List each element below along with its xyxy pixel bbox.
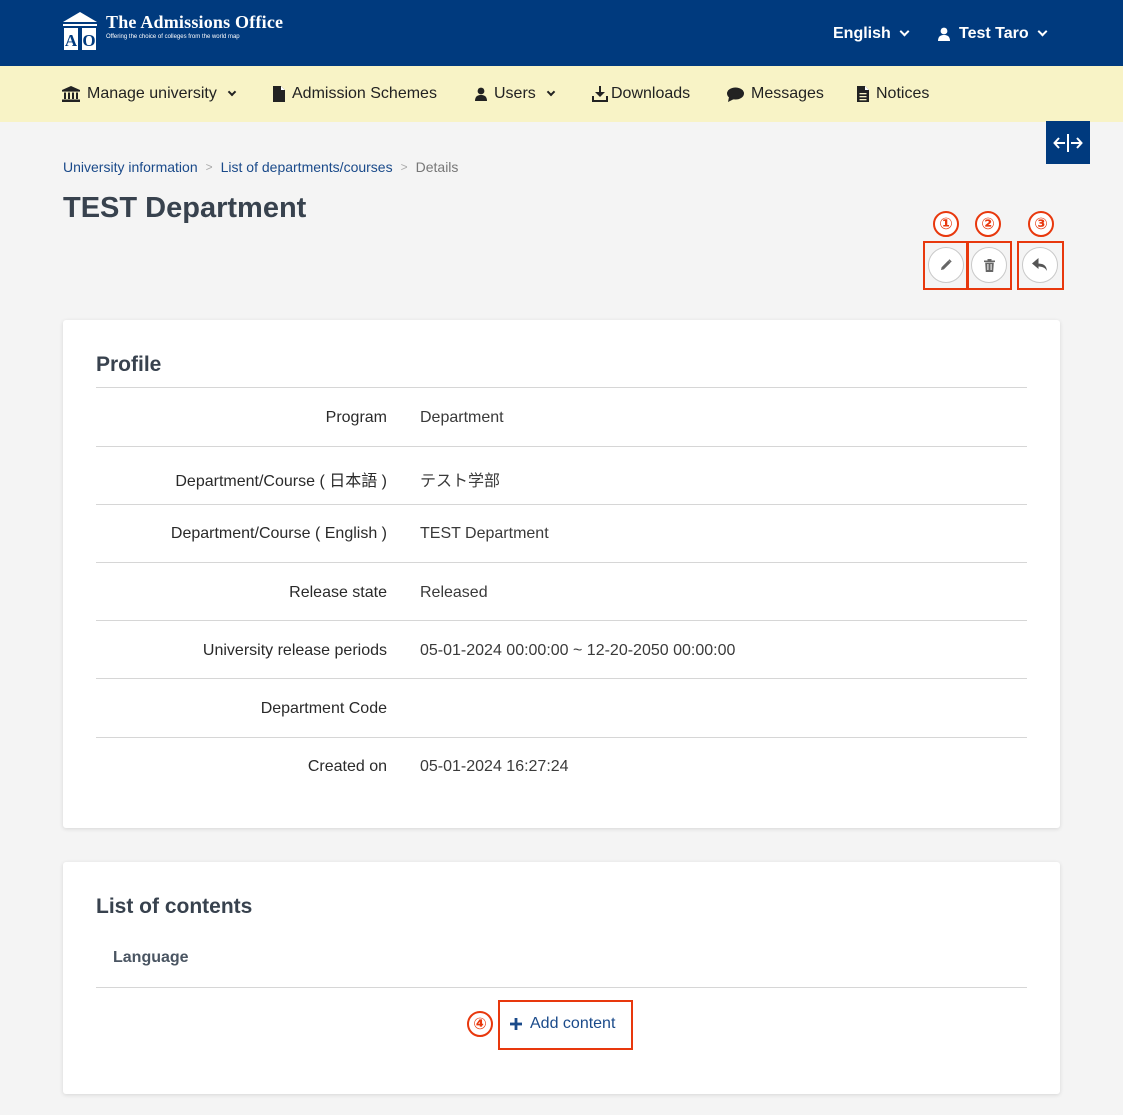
nav-users[interactable]: Users [475, 82, 556, 106]
nav-notices[interactable]: Notices [857, 82, 929, 106]
logo-subtitle: Offering the choice of colleges from the… [106, 34, 240, 40]
plus-icon [510, 1018, 522, 1030]
nav-messages[interactable]: Messages [727, 82, 824, 106]
top-header: A O The Admissions Office Offering the c… [0, 0, 1123, 66]
column-header-language: Language [113, 949, 189, 966]
divider [96, 562, 1027, 563]
add-content-button[interactable]: Add content [510, 1015, 615, 1033]
expand-width-button[interactable] [1046, 121, 1090, 164]
breadcrumb-separator: > [400, 160, 408, 174]
profile-title: Profile [96, 353, 162, 376]
row-label-created-on: Created on [307, 758, 387, 775]
university-icon [62, 86, 80, 102]
row-label-department-ja: Department/Course ( 日本語 ) [175, 473, 387, 490]
chevron-down-icon [1037, 26, 1048, 37]
callout-number-3: ③ [1028, 211, 1054, 237]
logo[interactable]: A O The Admissions Office Offering the c… [62, 11, 283, 51]
breadcrumb-university-information[interactable]: University information [63, 159, 198, 175]
pencil-icon [941, 259, 952, 270]
nav-label: Downloads [611, 85, 691, 102]
add-content-label: Add content [530, 1015, 616, 1032]
document-icon [273, 86, 285, 102]
svg-text:A: A [65, 31, 78, 50]
callout-number-1: ① [933, 211, 959, 237]
user-icon [475, 87, 487, 101]
user-menu[interactable]: Test Taro [938, 22, 1048, 46]
nav-downloads[interactable]: Downloads [592, 82, 690, 106]
contents-card: List of contents Language ④ Add content [63, 862, 1060, 1094]
nav-label: Notices [876, 85, 930, 102]
callout-number-2: ② [975, 211, 1001, 237]
divider [96, 446, 1027, 447]
nav-admission-schemes[interactable]: Admission Schemes [273, 82, 437, 106]
nav-label: Manage university [87, 85, 217, 102]
row-label-department-code: Department Code [260, 700, 387, 717]
row-value-program: Department [420, 409, 504, 426]
row-value-release-periods: 05-01-2024 00:00:00 ~ 12-20-2050 00:00:0… [420, 642, 736, 659]
page-title: TEST Department [63, 192, 307, 224]
row-value-created-on: 05-01-2024 16:27:24 [420, 758, 569, 775]
breadcrumb: University information > List of departm… [63, 159, 458, 175]
language-label: English [833, 25, 891, 42]
breadcrumb-departments-list[interactable]: List of departments/courses [221, 159, 393, 175]
chat-bubble-icon [727, 87, 744, 102]
nav-manage-university[interactable]: Manage university [62, 82, 237, 106]
breadcrumb-current: Details [415, 159, 459, 175]
callout-number-4: ④ [467, 1011, 493, 1037]
user-name: Test Taro [959, 25, 1029, 42]
back-button[interactable] [1022, 247, 1058, 283]
reply-arrow-icon [1032, 258, 1047, 271]
row-value-department-ja: テスト学部 [420, 473, 501, 490]
profile-card: Profile Program Department Department/Co… [63, 320, 1060, 828]
logo-mark-icon: A O [62, 11, 98, 51]
chevron-down-icon [899, 26, 910, 37]
row-label-program: Program [325, 409, 387, 426]
chevron-down-icon [546, 87, 556, 97]
contents-title: List of contents [96, 895, 253, 918]
divider [96, 737, 1027, 738]
chevron-down-icon [227, 87, 237, 97]
logo-title: The Admissions Office [106, 12, 284, 32]
row-label-release-periods: University release periods [202, 642, 387, 659]
breadcrumb-separator: > [205, 160, 213, 174]
main-nav: Manage university Admission Schemes User… [0, 66, 1123, 122]
row-label-department-en: Department/Course ( English ) [170, 525, 387, 542]
delete-button[interactable] [971, 247, 1007, 283]
divider [96, 620, 1027, 621]
divider [96, 504, 1027, 505]
row-value-release-state: Released [420, 584, 488, 601]
divider [96, 987, 1027, 988]
edit-button[interactable] [928, 247, 964, 283]
user-icon [938, 27, 950, 41]
download-icon [592, 86, 608, 102]
nav-label: Admission Schemes [292, 85, 437, 102]
row-value-department-en: TEST Department [420, 525, 549, 542]
divider [96, 387, 1027, 388]
nav-label: Users [494, 85, 536, 102]
row-label-release-state: Release state [289, 584, 387, 601]
language-dropdown[interactable]: English [833, 22, 910, 46]
document-icon [857, 86, 869, 102]
trash-icon [983, 258, 995, 272]
divider [96, 678, 1027, 679]
nav-label: Messages [751, 85, 824, 102]
expand-arrows-icon [1053, 133, 1083, 152]
svg-text:O: O [82, 31, 95, 50]
